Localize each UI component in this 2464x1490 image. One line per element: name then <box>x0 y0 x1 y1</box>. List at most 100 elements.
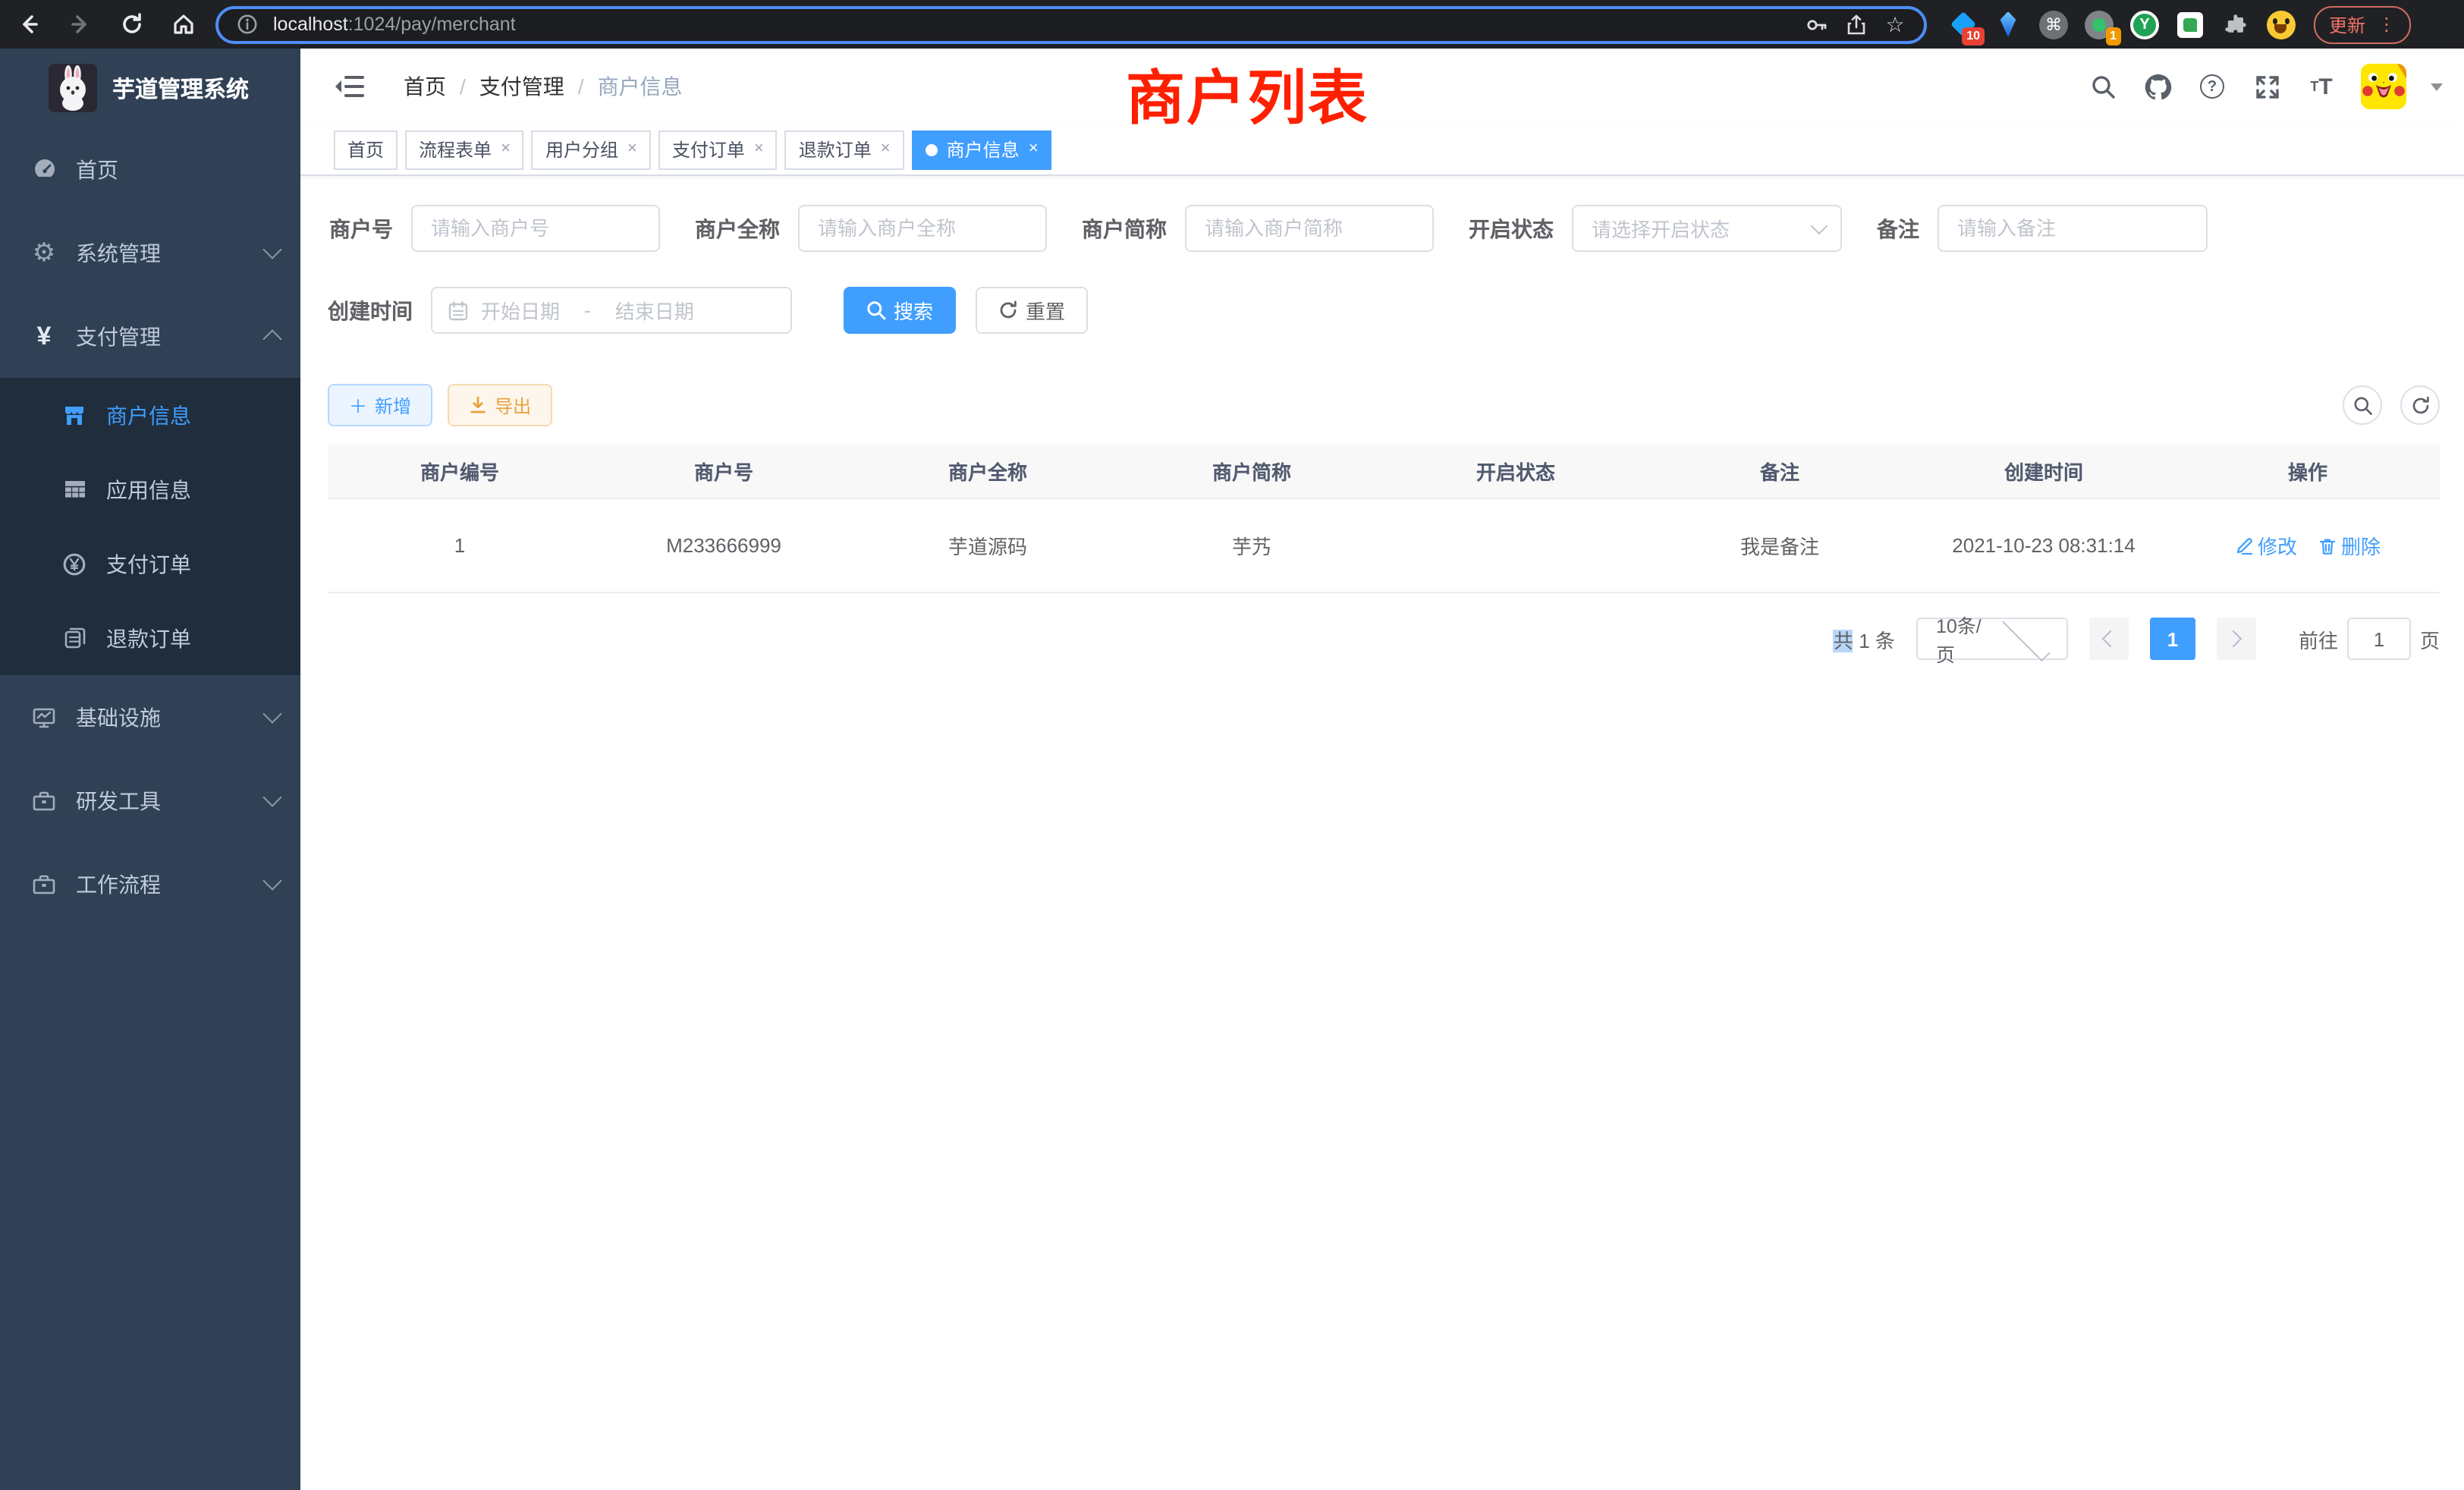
password-key-icon[interactable] <box>1802 11 1830 38</box>
tab-merchant-info[interactable]: 商户信息× <box>912 130 1052 169</box>
close-icon[interactable]: × <box>1029 141 1039 158</box>
gear-icon: ⚙ <box>27 237 61 268</box>
tab-refund-order[interactable]: 退款订单× <box>785 130 904 169</box>
close-icon[interactable]: × <box>754 141 764 158</box>
close-icon[interactable]: × <box>501 141 511 158</box>
active-tab-dot <box>926 143 938 156</box>
user-avatar-pikachu[interactable] <box>2361 64 2406 109</box>
browser-home-icon[interactable] <box>170 11 197 38</box>
merchant-no-input[interactable] <box>411 205 660 252</box>
reset-button[interactable]: 重置 <box>976 287 1088 334</box>
prev-page-button[interactable] <box>2089 618 2129 660</box>
profile-emoji-icon[interactable] <box>2267 10 2296 39</box>
next-page-button[interactable] <box>2217 618 2256 660</box>
app-logo-rabbit <box>49 64 97 112</box>
toolbox-icon <box>27 872 61 896</box>
dashboard-icon <box>27 156 61 182</box>
sidebar-collapse-icon[interactable] <box>334 73 364 100</box>
short-name-input[interactable] <box>1185 205 1434 252</box>
browser-reload-icon[interactable] <box>118 11 146 38</box>
cell-merchant-no: M233666999 <box>592 534 856 557</box>
merchant-table: 商户编号 商户号 商户全称 商户简称 开启状态 备注 创建时间 操作 1 M23… <box>328 445 2440 593</box>
calendar-icon <box>448 300 469 321</box>
create-time-label: 创建时间 <box>328 295 431 325</box>
date-range-picker[interactable]: 开始日期 - 结束日期 <box>431 287 792 334</box>
remark-input[interactable] <box>1938 205 2208 252</box>
sidebar-item-devtools[interactable]: 研发工具 <box>0 759 300 842</box>
browser-forward-icon[interactable] <box>67 11 94 38</box>
extension-y-icon[interactable]: Y <box>2130 10 2159 39</box>
sidebar-item-label: 退款订单 <box>106 623 191 653</box>
help-icon[interactable]: ? <box>2197 71 2227 102</box>
browser-menu-icon[interactable]: ⋮ <box>2378 14 2396 35</box>
yen-circle-icon <box>58 552 91 576</box>
share-icon[interactable] <box>1842 11 1869 38</box>
app-logo-row[interactable]: 芋道管理系统 <box>0 49 300 127</box>
edit-link[interactable]: 修改 <box>2235 531 2297 560</box>
breadcrumb-home[interactable]: 首页 <box>404 71 446 102</box>
tab-home[interactable]: 首页 <box>334 130 398 169</box>
page-suffix-label: 页 <box>2420 624 2440 653</box>
url-text: localhost:1024/pay/merchant <box>273 14 516 35</box>
tab-pay-order[interactable]: 支付订单× <box>658 130 778 169</box>
browser-update-button[interactable]: 更新 ⋮ <box>2314 5 2411 43</box>
breadcrumb-pay[interactable]: 支付管理 <box>479 71 564 102</box>
url-bar[interactable]: localhost:1024/pay/merchant ☆ <box>215 5 1927 43</box>
header-search-icon[interactable] <box>2088 71 2118 102</box>
short-name-label: 商户简称 <box>1082 213 1185 244</box>
sidebar-item-app-info[interactable]: 应用信息 <box>0 452 300 527</box>
github-icon[interactable] <box>2142 71 2173 102</box>
font-size-icon[interactable]: TT <box>2306 71 2337 102</box>
close-icon[interactable]: × <box>627 141 637 158</box>
tab-user-group[interactable]: 用户分组× <box>532 130 651 169</box>
col-header: 商户简称 <box>1120 457 1384 486</box>
show-search-toggle-icon[interactable] <box>2343 385 2382 425</box>
chevron-up-icon <box>262 329 281 348</box>
cell-short-name: 芋艿 <box>1120 531 1384 560</box>
tags-view: 首页 流程表单× 用户分组× 支付订单× 退款订单× 商户信息× <box>300 124 2464 176</box>
remark-label: 备注 <box>1877 213 1938 244</box>
page-size-select[interactable]: 10条/页 <box>1916 618 2068 660</box>
screenshot-root: localhost:1024/pay/merchant ☆ 10 ⌘ 1 Y 更… <box>0 0 2464 1490</box>
refresh-table-icon[interactable] <box>2400 385 2440 425</box>
search-form-row-1: 商户号 商户全称 商户简称 开启状态 请选择开启状态 <box>328 205 2440 252</box>
sidebar-item-home[interactable]: 首页 <box>0 127 300 211</box>
fullscreen-icon[interactable] <box>2252 71 2282 102</box>
sidebar-item-infra[interactable]: 基础设施 <box>0 675 300 759</box>
storefront-icon <box>58 403 91 427</box>
goto-label: 前往 <box>2299 624 2338 653</box>
browser-back-icon[interactable] <box>15 11 42 38</box>
extension-chat-icon[interactable] <box>2176 10 2205 39</box>
bookmark-star-icon[interactable]: ☆ <box>1881 11 1909 38</box>
tab-process-form[interactable]: 流程表单× <box>405 130 524 169</box>
status-label: 开启状态 <box>1469 213 1572 244</box>
page-content: 商户号 商户全称 商户简称 开启状态 请选择开启状态 <box>300 176 2464 660</box>
sidebar-item-pay-order[interactable]: 支付订单 <box>0 527 300 601</box>
delete-link[interactable]: 删除 <box>2318 531 2381 560</box>
sidebar-item-merchant-info[interactable]: 商户信息 <box>0 378 300 452</box>
sidebar-item-pay[interactable]: ¥ 支付管理 <box>0 294 300 378</box>
col-header: 备注 <box>1648 457 1912 486</box>
close-icon[interactable]: × <box>881 141 891 158</box>
date-end-placeholder: 结束日期 <box>615 296 694 325</box>
extension-diamond-icon[interactable]: 10 <box>1948 10 1977 39</box>
export-button[interactable]: 导出 <box>448 384 552 426</box>
date-start-placeholder: 开始日期 <box>481 296 560 325</box>
sidebar-item-refund-order[interactable]: 退款订单 <box>0 601 300 675</box>
extension-command-icon[interactable]: ⌘ <box>2039 10 2068 39</box>
search-button[interactable]: 搜索 <box>844 287 956 334</box>
col-header: 商户编号 <box>328 457 592 486</box>
site-info-icon[interactable] <box>234 11 261 38</box>
full-name-input[interactable] <box>798 205 1047 252</box>
add-button[interactable]: ＋ 新增 <box>328 384 432 426</box>
sidebar-item-system[interactable]: ⚙ 系统管理 <box>0 211 300 294</box>
current-page-button[interactable]: 1 <box>2150 618 2195 660</box>
extension-kite-icon[interactable] <box>1994 10 2022 39</box>
sidebar-item-workflow[interactable]: 工作流程 <box>0 842 300 926</box>
extension-recorder-icon[interactable]: 1 <box>2085 10 2114 39</box>
extensions-puzzle-icon[interactable] <box>2221 10 2250 39</box>
status-select[interactable]: 请选择开启状态 <box>1572 205 1842 252</box>
avatar-dropdown-caret[interactable] <box>2431 83 2443 90</box>
cell-create-time: 2021-10-23 08:31:14 <box>1912 534 2176 557</box>
goto-page-input[interactable] <box>2347 618 2411 660</box>
